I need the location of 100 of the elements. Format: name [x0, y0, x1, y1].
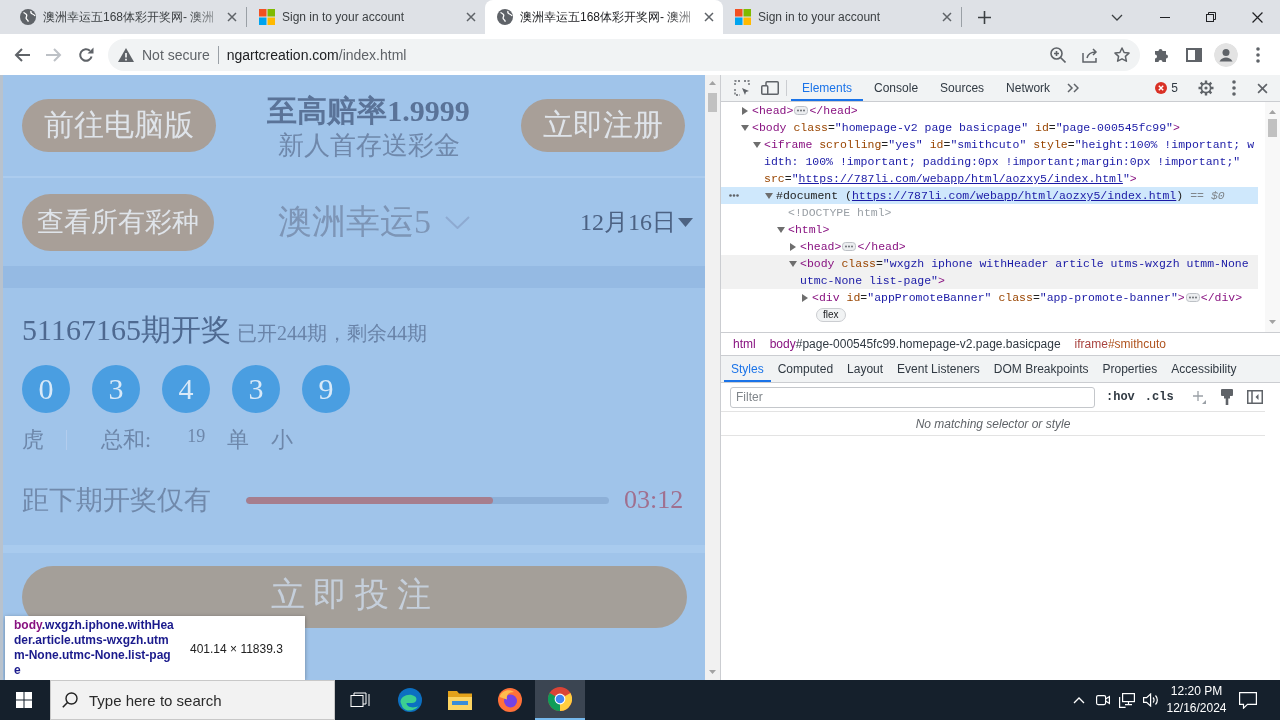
disclosure-triangle-icon[interactable] — [753, 141, 761, 148]
sidebar-tab[interactable]: Layout — [840, 356, 891, 382]
issue-title: 51167165期开奖 — [22, 312, 231, 348]
devtools-tab[interactable]: Sources — [929, 75, 996, 101]
url-link[interactable]: https://787li.com/webapp/html/aozxy5/index.html — [851, 189, 1177, 202]
disclosure-triangle-icon[interactable] — [741, 124, 749, 131]
console-reference: == $0 — [1190, 189, 1225, 202]
disclosure-triangle-icon[interactable] — [802, 293, 808, 302]
filter-field[interactable]: Filter — [730, 386, 1095, 408]
paint-brush-icon[interactable] — [1220, 389, 1233, 405]
disclosure-triangle-icon[interactable] — [742, 106, 748, 115]
scrollbar-thumb[interactable] — [708, 93, 717, 112]
profile-avatar-icon[interactable] — [1214, 42, 1238, 67]
closing-tag: </div> — [1200, 291, 1243, 304]
devtools-tab[interactable]: Console — [863, 75, 930, 101]
taskbar-search-field[interactable]: Type here to search — [50, 680, 335, 720]
error-icon — [1155, 82, 1168, 94]
sidebar-tab[interactable]: DOM Breakpoints — [986, 356, 1096, 382]
style-toggle-button[interactable]: :hov — [1101, 390, 1140, 404]
more-icon[interactable] — [1232, 80, 1236, 96]
url-text[interactable]: ngartcreation.com/index.html — [226, 46, 407, 63]
back-icon[interactable] — [14, 47, 30, 62]
reload-icon[interactable] — [78, 46, 94, 63]
number-ball: 0 — [22, 365, 70, 413]
sidebar-tab[interactable]: Accessibility — [1164, 356, 1244, 382]
devtools-tab[interactable]: Network — [995, 75, 1062, 101]
disclosure-triangle-icon[interactable] — [789, 260, 797, 267]
closing-tag: </head> — [857, 240, 906, 253]
breadcrumb[interactable]: html — [733, 337, 756, 351]
number-ball: 9 — [302, 365, 350, 413]
style-toggle-button[interactable]: .cls — [1139, 390, 1179, 404]
sidebar-tab[interactable]: Styles — [724, 356, 771, 382]
taskbar-app-button[interactable] — [535, 680, 585, 720]
close-icon[interactable] — [704, 12, 714, 22]
search-icon — [62, 692, 78, 708]
clock-date[interactable]: 12/16/2024 — [1166, 700, 1227, 717]
ellipsis-icon[interactable] — [794, 106, 809, 116]
disclosure-triangle-icon[interactable] — [765, 192, 773, 199]
sum-label: 总和: — [101, 426, 152, 454]
more-icon[interactable] — [1256, 46, 1260, 63]
devtools-tab[interactable]: Elements — [791, 75, 864, 101]
share-icon[interactable] — [1082, 46, 1098, 63]
side-panel-icon[interactable] — [1186, 47, 1202, 62]
result-tag: 单 — [227, 425, 250, 455]
dom-tree-row[interactable]: <head> </head> — [721, 238, 1258, 255]
browser-tab[interactable]: 澳洲幸运五168体彩开奖网- 澳洲 — [485, 0, 723, 34]
close-icon[interactable] — [1256, 82, 1268, 94]
windows-logo-icon[interactable] — [16, 692, 32, 708]
browser-tab[interactable]: Sign in to your account — [247, 0, 485, 34]
flex-badge[interactable]: flex — [816, 308, 846, 322]
notification-icon[interactable] — [1239, 691, 1257, 709]
sidebar-tab[interactable]: Event Listeners — [890, 356, 987, 382]
browser-tab[interactable]: 澳洲幸运五168体彩开奖网- 澳洲 — [8, 0, 246, 34]
network-icon[interactable] — [1119, 692, 1135, 708]
dom-tree-row[interactable]: <head> </head> — [721, 102, 1258, 119]
ellipsis-icon[interactable] — [842, 242, 857, 252]
dom-tree-row[interactable]: <div id="appPromoteBanner" class="app-promote-banner"> </div> flex — [721, 289, 1258, 323]
dom-tree-row[interactable]: <body class="wxgzh iphone withHeader article utms-wxgzh utmm-None utmc-None list-page"> — [721, 255, 1258, 289]
plus-icon[interactable] — [978, 10, 991, 24]
url-link[interactable]: https://787li.com/webapp/html/aozxy5/index.html — [798, 172, 1123, 185]
chevron-down-icon[interactable] — [1111, 13, 1123, 21]
device-toggle-icon[interactable] — [761, 81, 779, 95]
breadcrumb[interactable]: iframe#smithcuto — [1074, 337, 1166, 351]
address-bar[interactable]: Not secure ngartcreation.com/index.html — [108, 38, 1140, 71]
restore-icon[interactable] — [1206, 12, 1216, 22]
add-rule-icon[interactable] — [1191, 390, 1206, 404]
double-chevron-icon[interactable] — [1067, 83, 1080, 93]
chevron-up-icon[interactable] — [1073, 696, 1085, 704]
settings-icon[interactable] — [1198, 80, 1214, 96]
close-icon[interactable] — [1251, 11, 1263, 23]
number-ball: 3 — [232, 365, 280, 413]
speaker-icon[interactable] — [1143, 693, 1159, 707]
sidebar-toggle-icon[interactable] — [1246, 390, 1263, 404]
star-icon[interactable] — [1114, 46, 1130, 63]
more-icon[interactable] — [729, 194, 739, 197]
disclosure-triangle-icon[interactable] — [790, 242, 796, 251]
breadcrumb[interactable]: body#page-000545fc99.homepage-v2.page.basicpage — [769, 337, 1061, 351]
closing-tag: </head> — [809, 104, 858, 117]
dom-tree-row[interactable]: <iframe scrolling="yes" id="smithcuto" style="height:100% !important; width: 100% !important; padding:0px !important;margin:0px !important;" src="https://787li.com/webapp/html/aozxy5/index.html"> — [721, 136, 1258, 187]
puzzle-icon[interactable] — [1154, 46, 1170, 63]
dom-tree-row[interactable]: #document (https://787li.com/webapp/html/aozxy5/index.html) == $0 — [721, 187, 1258, 204]
sum-value: 19 — [187, 425, 206, 447]
security-status[interactable]: Not secure — [142, 46, 210, 63]
dom-tree-row[interactable]: <body class="homepage-v2 page basicpage" id="page-000545fc99"> — [721, 119, 1258, 136]
minimize-icon[interactable] — [1160, 16, 1170, 18]
sidebar-tab[interactable]: Properties — [1095, 356, 1165, 382]
ellipsis-icon[interactable] — [1185, 293, 1200, 303]
clock-time[interactable]: 12:20 PM — [1170, 683, 1223, 700]
error-count-button[interactable]: 5 — [1155, 81, 1178, 95]
dom-tree-row[interactable]: <html> — [721, 221, 1258, 238]
zoom-icon[interactable] — [1050, 46, 1066, 63]
browser-tab[interactable]: Sign in to your account — [723, 0, 961, 34]
inspect-icon[interactable] — [734, 80, 750, 96]
video-call-icon[interactable] — [1096, 693, 1110, 707]
sidebar-tab[interactable]: Computed — [770, 356, 841, 382]
opening-tag: <body class="wxgzh iphone withHeader article utms-wxgzh utmm-None utmc-None list-page"> — [800, 257, 1249, 287]
empty-styles-message: No matching selector or style — [721, 411, 1265, 436]
scrollbar-thumb[interactable] — [1268, 119, 1277, 137]
countdown-label: 距下期开奖仅有 — [22, 484, 211, 517]
disclosure-triangle-icon[interactable] — [777, 226, 785, 233]
